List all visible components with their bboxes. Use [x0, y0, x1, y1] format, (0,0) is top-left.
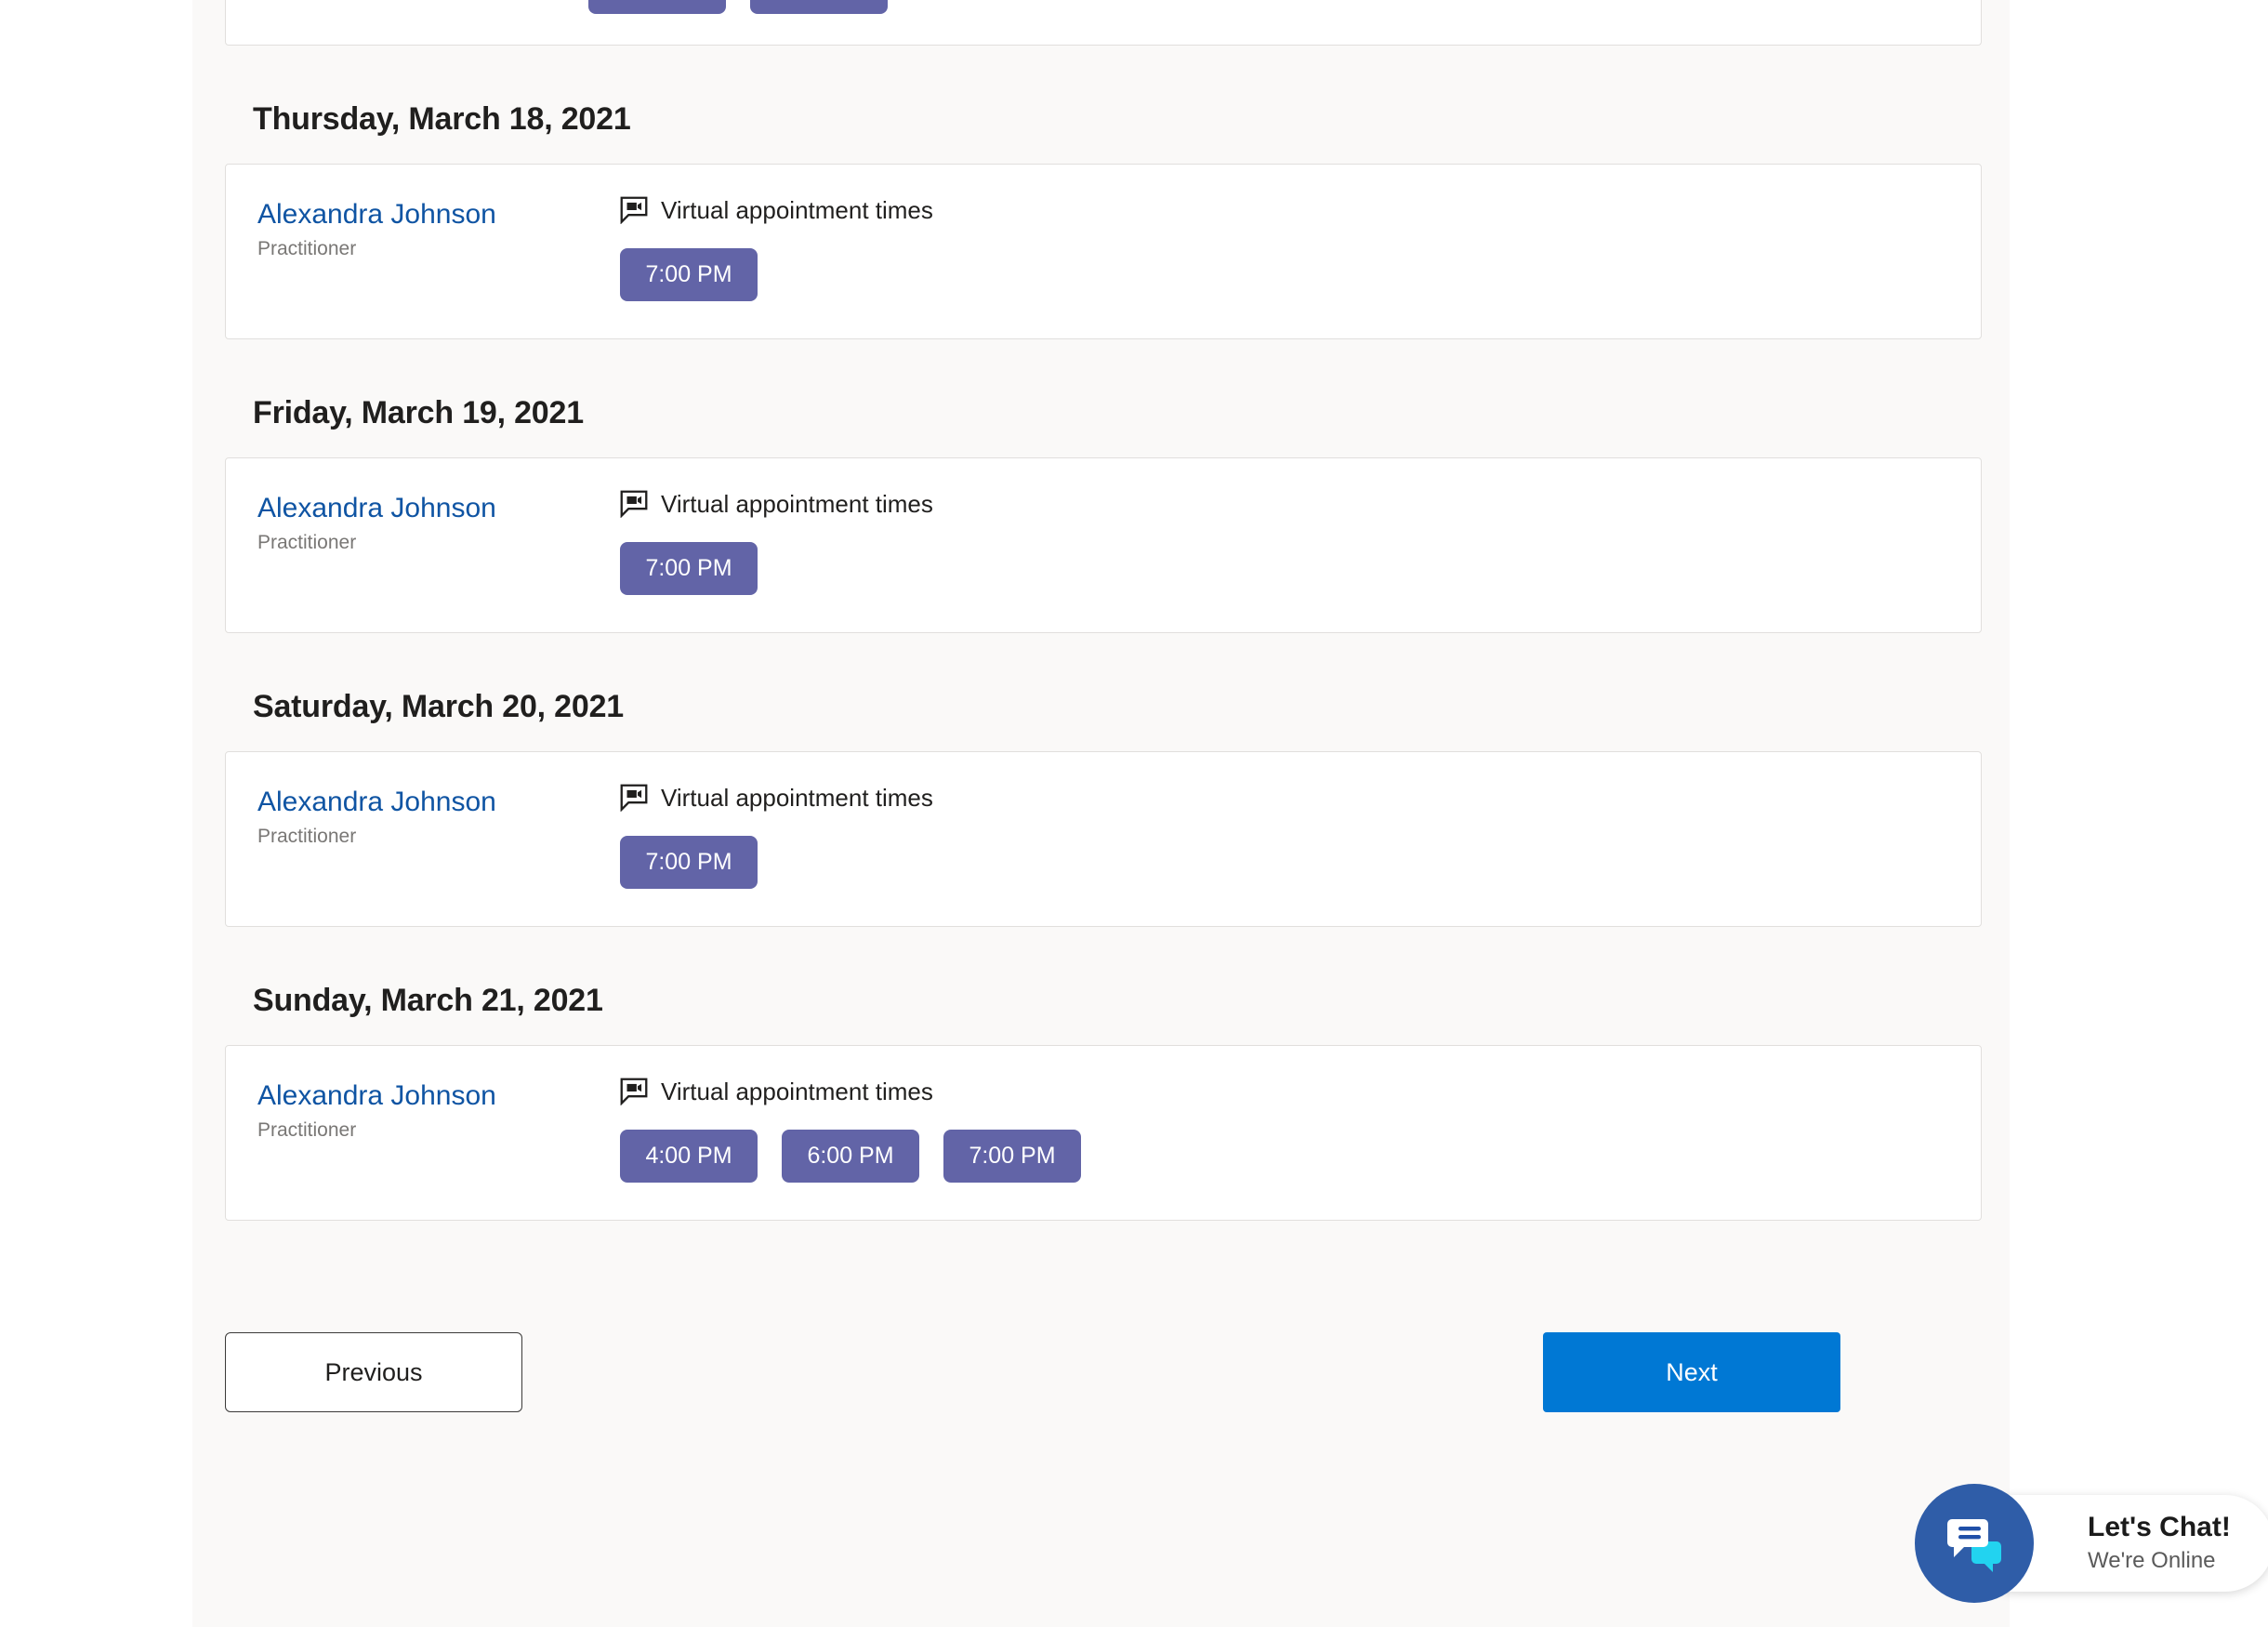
practitioner-name-link[interactable]: Alexandra Johnson — [257, 493, 496, 523]
practitioner-name-link[interactable]: Alexandra Johnson — [257, 1080, 496, 1111]
practitioner-block: Alexandra Johnson Practitioner — [257, 196, 620, 260]
time-slot-row: 7:00 PM — [620, 836, 1944, 889]
time-slot-button[interactable]: 6:00 PM — [782, 1130, 919, 1183]
slots-label-row: Virtual appointment times — [620, 196, 1944, 224]
booking-page: Thursday, March 18, 2021 Alexandra Johnso… — [0, 0, 2268, 1627]
time-slot-row: 7:00 PM — [620, 542, 1944, 595]
time-slot-button[interactable]: 7:00 PM — [620, 248, 758, 301]
time-slot-button[interactable] — [750, 0, 888, 14]
chat-title: Let's Chat! — [2088, 1512, 2231, 1544]
previous-button[interactable]: Previous — [225, 1332, 522, 1412]
slots-label: Virtual appointment times — [661, 492, 933, 516]
appointment-card: Alexandra Johnson Practitioner Virtual ap… — [225, 164, 1982, 339]
day-groups: Thursday, March 18, 2021 Alexandra Johnso… — [251, 101, 1989, 1221]
slots-label: Virtual appointment times — [661, 786, 933, 810]
time-slot-button[interactable]: 7:00 PM — [943, 1130, 1081, 1183]
practitioner-role-label: Practitioner — [257, 532, 620, 554]
day-heading: Sunday, March 21, 2021 — [251, 983, 1989, 1019]
slots-label-row: Virtual appointment times — [620, 490, 1944, 518]
video-chat-bubble-icon — [620, 1078, 648, 1105]
video-chat-bubble-icon — [620, 196, 648, 224]
practitioner-block: Alexandra Johnson Practitioner — [257, 784, 620, 848]
time-slot-row-partial — [588, 0, 888, 14]
chat-bubbles-icon[interactable] — [1915, 1484, 2034, 1603]
day-group: Friday, March 19, 2021 Alexandra Johnson P… — [251, 395, 1989, 633]
slots-label-row: Virtual appointment times — [620, 1078, 1944, 1105]
slots-column: Virtual appointment times 4:00 PM 6:00 PM 7… — [620, 1078, 1944, 1183]
day-group: Thursday, March 18, 2021 Alexandra Johnso… — [251, 101, 1989, 339]
appointment-card: Alexandra Johnson Practitioner Virtual ap… — [225, 751, 1982, 927]
appointment-card-partial — [225, 0, 1982, 46]
practitioner-block: Alexandra Johnson Practitioner — [257, 490, 620, 554]
next-button[interactable]: Next — [1543, 1332, 1840, 1412]
slots-label: Virtual appointment times — [661, 198, 933, 222]
day-group: Sunday, March 21, 2021 Alexandra Johnson P… — [251, 983, 1989, 1221]
time-slot-button[interactable] — [588, 0, 726, 14]
time-slot-button[interactable]: 4:00 PM — [620, 1130, 758, 1183]
practitioner-role-label: Practitioner — [257, 1119, 620, 1142]
time-slot-row: 7:00 PM — [620, 248, 1944, 301]
day-heading: Saturday, March 20, 2021 — [251, 689, 1989, 725]
appointment-card: Alexandra Johnson Practitioner Virtual ap… — [225, 1045, 1982, 1221]
practitioner-role-label: Practitioner — [257, 826, 620, 848]
slots-column: Virtual appointment times 7:00 PM — [620, 196, 1944, 301]
practitioner-block: Alexandra Johnson Practitioner — [257, 1078, 620, 1142]
video-chat-bubble-icon — [620, 490, 648, 518]
slots-column: Virtual appointment times 7:00 PM — [620, 490, 1944, 595]
practitioner-name-link[interactable]: Alexandra Johnson — [257, 199, 496, 230]
time-slot-button[interactable]: 7:00 PM — [620, 542, 758, 595]
slots-column: Virtual appointment times 7:00 PM — [620, 784, 1944, 889]
day-heading: Friday, March 19, 2021 — [251, 395, 1989, 431]
video-chat-bubble-icon — [620, 784, 648, 812]
day-group: Saturday, March 20, 2021 Alexandra Johnso… — [251, 689, 1989, 927]
chat-subtitle: We're Online — [2088, 1546, 2231, 1575]
slots-label: Virtual appointment times — [661, 1079, 933, 1104]
footer-navigation: Previous Next — [225, 1332, 1982, 1412]
slots-label-row: Virtual appointment times — [620, 784, 1944, 812]
appointment-card: Alexandra Johnson Practitioner Virtual ap… — [225, 457, 1982, 633]
day-heading: Thursday, March 18, 2021 — [251, 101, 1989, 138]
practitioner-role-label: Practitioner — [257, 238, 620, 260]
practitioner-name-link[interactable]: Alexandra Johnson — [257, 787, 496, 817]
time-slot-row: 4:00 PM 6:00 PM 7:00 PM — [620, 1130, 1944, 1183]
time-slot-button[interactable]: 7:00 PM — [620, 836, 758, 889]
content-column: Thursday, March 18, 2021 Alexandra Johnso… — [251, 0, 1989, 1412]
